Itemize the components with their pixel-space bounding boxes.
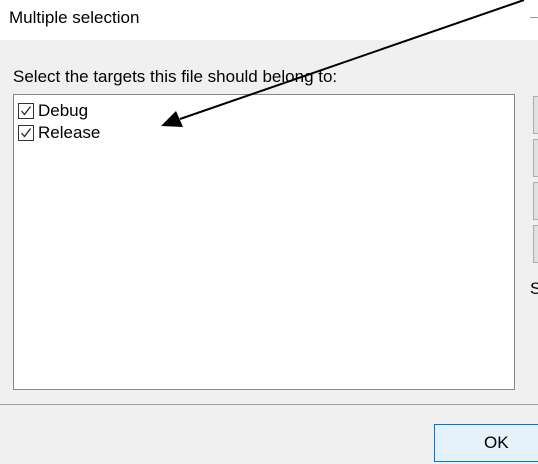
dialog-title: Multiple selection [9,8,140,27]
ok-button[interactable]: OK [434,424,538,462]
target-item-release[interactable]: Release [18,122,100,144]
side-label: S [530,279,538,298]
checkmark-icon [21,106,32,116]
target-item-debug[interactable]: Debug [18,100,88,122]
side-button-3[interactable] [533,182,538,220]
minimize-icon[interactable] [530,17,538,18]
footer-divider [0,404,538,405]
debug-label: Debug [38,101,89,120]
targets-listbox[interactable]: Debug Release [13,94,515,390]
side-button-2[interactable] [533,139,538,177]
checkmark-icon [21,128,32,138]
title-bar: Multiple selection [0,0,538,36]
side-button-4[interactable] [533,225,538,263]
side-button-1[interactable] [533,96,538,134]
release-label: Release [38,123,101,142]
debug-checkbox[interactable] [18,103,34,119]
targets-prompt: Select the targets this file should belo… [13,67,338,86]
release-checkbox[interactable] [18,125,34,141]
